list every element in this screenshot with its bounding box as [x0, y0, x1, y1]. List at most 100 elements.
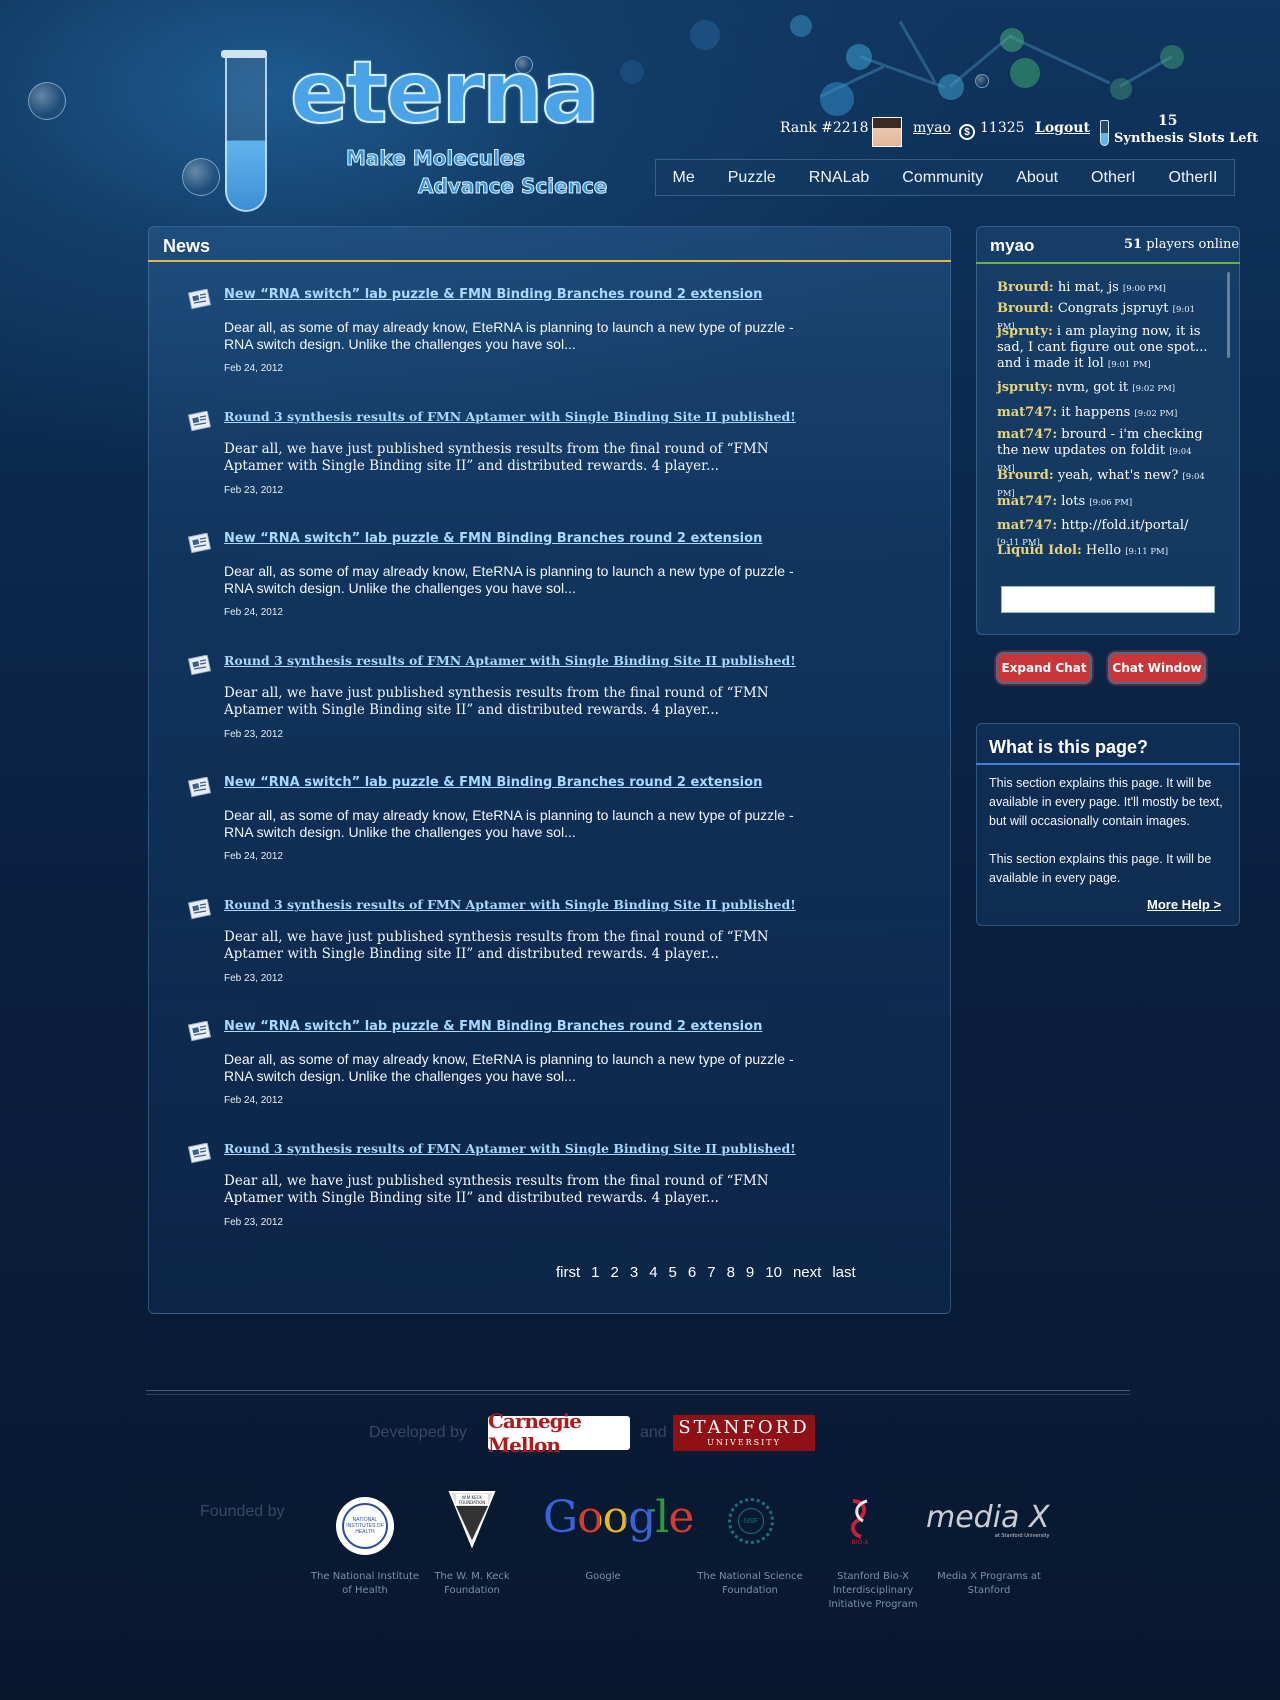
sponsor-caption-nsf: The National Science Foundation: [697, 1571, 803, 1596]
news-item-body: Dear all, as some of may already know, E…: [224, 807, 794, 840]
page-5[interactable]: 5: [669, 1264, 677, 1281]
newspaper-icon: [187, 776, 212, 798]
news-title: News: [163, 236, 211, 256]
more-help-link[interactable]: More Help >: [1147, 897, 1221, 912]
expand-chat-button[interactable]: Expand Chat: [996, 652, 1092, 684]
chat-sender[interactable]: Brourd:: [997, 280, 1054, 295]
keck-foundation-icon[interactable]: W.M.KECK FOUNDATION: [448, 1490, 496, 1549]
chat-timestamp: [9:11 PM]: [1125, 547, 1169, 557]
chat-message: Brourd: hi mat, js [9:00 PM]: [997, 280, 1212, 297]
news-item-date: Feb 24, 2012: [224, 607, 283, 618]
chat-sender[interactable]: jspruty:: [997, 380, 1053, 395]
nav-item-other-1[interactable]: OtherI: [1091, 169, 1135, 187]
chat-input[interactable]: [1001, 586, 1215, 613]
news-item-body: Dear all, we have just published synthes…: [224, 1173, 769, 1206]
chat-text: Hello: [1085, 543, 1122, 558]
founded-by-label: Founded by: [200, 1503, 285, 1520]
chat-message: jspruty: nvm, got it [9:02 PM]: [997, 380, 1212, 397]
news-item-title[interactable]: Round 3 synthesis results of FMN Aptamer…: [224, 409, 796, 424]
page-9[interactable]: 9: [746, 1264, 754, 1281]
page-first[interactable]: first: [556, 1264, 580, 1281]
chat-sender[interactable]: mat747:: [997, 405, 1057, 420]
news-item-body: Dear all, we have just published synthes…: [224, 441, 769, 474]
avatar[interactable]: [872, 117, 902, 147]
chat-sender[interactable]: mat747:: [997, 427, 1057, 442]
chat-sender[interactable]: mat747:: [997, 518, 1057, 533]
nav-item-puzzle[interactable]: Puzzle: [728, 169, 776, 187]
help-title-underline: [976, 763, 1240, 765]
tagline-line-2: Advance Science: [417, 174, 608, 199]
page-1[interactable]: 1: [591, 1264, 599, 1281]
news-item-title[interactable]: New “RNA switch” lab puzzle & FMN Bindin…: [224, 775, 762, 790]
chat-sender[interactable]: Liquid Idol:: [997, 543, 1082, 558]
chat-sender[interactable]: Brourd:: [997, 468, 1054, 483]
google-logo[interactable]: Google: [543, 1492, 694, 1543]
site-logo[interactable]: eterna: [289, 49, 600, 137]
nsf-seal-icon[interactable]: NSF: [728, 1498, 774, 1544]
news-item-body: Dear all, as some of may already know, E…: [224, 563, 794, 596]
newspaper-icon: [187, 532, 212, 554]
nav-item-about[interactable]: About: [1016, 169, 1058, 187]
nav-item-other-2[interactable]: OtherII: [1169, 169, 1218, 187]
bubble-decoration: [182, 158, 220, 196]
stanford-logo[interactable]: STANFORD UNIVERSITY: [673, 1415, 815, 1451]
nav-item-rnalab[interactable]: RNALab: [809, 169, 869, 187]
page-next[interactable]: next: [793, 1264, 821, 1281]
chat-text: Congrats jspruyt: [1057, 301, 1169, 316]
newspaper-icon: [187, 1020, 212, 1042]
newspaper-icon: [187, 410, 212, 432]
news-item-date: Feb 24, 2012: [224, 851, 283, 862]
help-paragraph-2: This section explains this page. It will…: [989, 852, 1212, 885]
nav-item-community[interactable]: Community: [902, 169, 983, 187]
chat-sender[interactable]: Brourd:: [997, 301, 1054, 316]
news-item-title[interactable]: New “RNA switch” lab puzzle & FMN Bindin…: [224, 287, 762, 302]
news-item-date: Feb 24, 2012: [224, 363, 283, 374]
nih-seal-icon[interactable]: NATIONAL INSTITUTES OF HEALTH: [336, 1497, 394, 1555]
page-8[interactable]: 8: [727, 1264, 735, 1281]
nav-item-me[interactable]: Me: [673, 169, 695, 187]
news-item-body: Dear all, we have just published synthes…: [224, 929, 769, 962]
chat-window-button[interactable]: Chat Window: [1108, 652, 1206, 684]
page-6[interactable]: 6: [688, 1264, 696, 1281]
news-item-title[interactable]: New “RNA switch” lab puzzle & FMN Bindin…: [224, 1019, 762, 1034]
chat-sender[interactable]: mat747:: [997, 494, 1057, 509]
sponsor-caption-biox: Stanford Bio-X Interdisciplinary Initiat…: [828, 1571, 918, 1610]
developed-by-label: Developed by: [369, 1424, 467, 1441]
page-10[interactable]: 10: [765, 1264, 782, 1281]
chat-text: lots: [1061, 494, 1086, 509]
page-2[interactable]: 2: [611, 1264, 619, 1281]
and-label: and: [640, 1424, 667, 1441]
players-online: 51 players online: [1124, 237, 1239, 252]
news-item-title[interactable]: New “RNA switch” lab puzzle & FMN Bindin…: [224, 531, 762, 546]
page-last[interactable]: last: [832, 1264, 855, 1281]
logout-link[interactable]: Logout: [1035, 120, 1090, 136]
news-item-title[interactable]: Round 3 synthesis results of FMN Aptamer…: [224, 897, 796, 912]
news-item-date: Feb 24, 2012: [224, 1095, 283, 1106]
online-label: players online: [1146, 237, 1240, 252]
sponsor-caption-nih: The National Institute of Health: [310, 1571, 420, 1596]
synthesis-count: 15: [1158, 113, 1178, 129]
news-item-date: Feb 23, 2012: [224, 729, 283, 740]
carnegie-mellon-logo[interactable]: Carnegie Mellon: [488, 1409, 630, 1457]
online-count: 51: [1124, 237, 1143, 252]
main-nav: Me Puzzle RNALab Community About OtherI …: [655, 159, 1235, 196]
page-4[interactable]: 4: [649, 1264, 657, 1281]
chat-text: http://fold.it/portal/: [1061, 518, 1189, 533]
newspaper-icon: [187, 898, 212, 920]
newspaper-icon: [187, 1142, 212, 1164]
bubble-decoration: [28, 82, 66, 120]
page-7[interactable]: 7: [707, 1264, 715, 1281]
chat-text: hi mat, js: [1057, 280, 1119, 295]
chat-scrollbar[interactable]: [1227, 272, 1230, 358]
nih-seal-text: NATIONAL INSTITUTES OF HEALTH: [342, 1503, 388, 1549]
news-item-title[interactable]: Round 3 synthesis results of FMN Aptamer…: [224, 1141, 796, 1156]
page-3[interactable]: 3: [630, 1264, 638, 1281]
username-link[interactable]: myao: [913, 120, 951, 136]
test-tube-cap-icon: [221, 50, 267, 58]
media-x-logo[interactable]: media X at Stanford University: [926, 1500, 1050, 1539]
chat-sender[interactable]: jspruty:: [997, 324, 1053, 339]
news-item-title[interactable]: Round 3 synthesis results of FMN Aptamer…: [224, 653, 796, 668]
bio-x-logo-icon[interactable]: BIO-X: [845, 1497, 875, 1547]
sponsor-caption-mediax: Media X Programs at Stanford: [937, 1571, 1041, 1596]
footer-divider: [146, 1390, 1130, 1395]
